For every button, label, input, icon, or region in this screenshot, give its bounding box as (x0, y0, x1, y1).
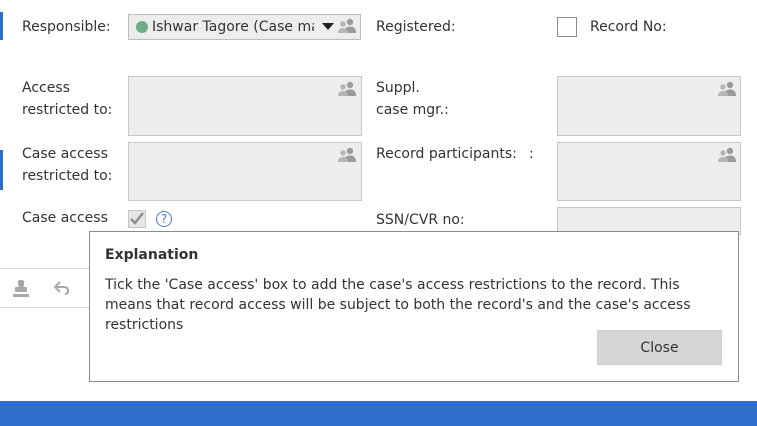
case-access-restricted-label: Case access (22, 146, 108, 162)
status-dot (136, 21, 148, 33)
stamp-icon[interactable] (12, 279, 30, 299)
access-restricted-field[interactable] (128, 76, 362, 136)
registered-checkbox[interactable] (557, 17, 577, 37)
suppl-case-mgr-label-line2: case mgr.: (376, 102, 449, 118)
help-icon[interactable]: ? (156, 211, 172, 227)
people-icon[interactable] (338, 81, 356, 97)
people-icon[interactable] (718, 147, 736, 163)
people-icon[interactable] (338, 18, 356, 34)
responsible-label: Responsible: (22, 19, 111, 35)
record-participants-field[interactable] (557, 142, 741, 201)
access-restricted-label-line2: restricted to: (22, 102, 113, 118)
bottom-status-bar (0, 401, 757, 426)
toolbar-divider-bottom (0, 307, 89, 308)
case-access-restricted-label-line2: restricted to: (22, 168, 113, 184)
ssn-cvr-label: SSN/CVR no: (376, 212, 465, 228)
explanation-dialog: Explanation Tick the 'Case access' box t… (89, 231, 739, 382)
people-icon[interactable] (338, 147, 356, 163)
help-glyph: ? (160, 212, 168, 226)
responsible-value: Ishwar Tagore (Case manager) (152, 19, 314, 35)
record-no-label: Record No: (590, 19, 667, 35)
suppl-case-mgr-label: Suppl. (376, 80, 420, 96)
toolbar-divider (0, 268, 89, 269)
close-button[interactable]: Close (597, 330, 722, 365)
registered-label: Registered: (376, 19, 456, 35)
record-participants-colon: : (529, 146, 534, 162)
checkmark-icon (130, 212, 144, 225)
case-access-checkbox[interactable] (128, 210, 146, 228)
responsible-field[interactable]: Ishwar Tagore (Case manager) (128, 14, 361, 40)
people-icon[interactable] (718, 81, 736, 97)
case-access-restricted-field[interactable] (128, 142, 362, 201)
undo-icon[interactable] (53, 279, 71, 297)
left-edge-accent (0, 12, 3, 40)
access-restricted-label: Access (22, 80, 70, 96)
dialog-title: Explanation (105, 247, 199, 263)
suppl-case-mgr-field[interactable] (557, 76, 741, 136)
case-access-label: Case access (22, 210, 108, 226)
dialog-text: Tick the 'Case access' box to add the ca… (105, 277, 691, 333)
record-participants-label: Record participants: (376, 146, 517, 162)
left-edge-accent (0, 150, 3, 190)
chevron-down-icon[interactable] (322, 23, 334, 30)
